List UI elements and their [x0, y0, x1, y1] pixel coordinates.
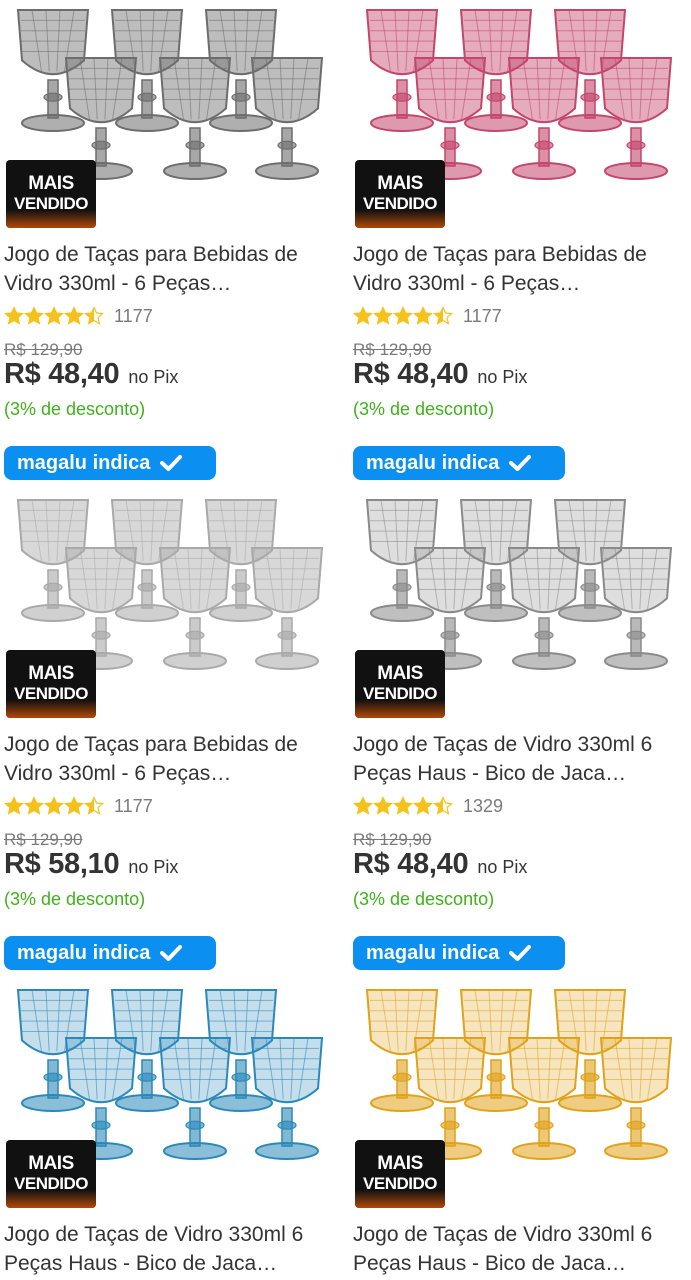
check-icon: [509, 945, 532, 961]
product-title[interactable]: Jogo de Taças para Bebidas de Vidro 330m…: [353, 240, 685, 298]
star-icon: [393, 796, 413, 815]
rating-count: 1329: [463, 795, 504, 816]
magalu-indica-badge: magalu indica: [4, 446, 216, 480]
star-icon: [44, 306, 64, 325]
product-rating: 1177: [4, 304, 153, 328]
rating-stars: [4, 796, 104, 816]
old-price: R$ 129,90: [4, 340, 83, 359]
product-grid: MAIS VENDIDO Jogo de Taças para Bebidas …: [0, 0, 691, 1280]
magalu-indica-badge: magalu indica: [353, 446, 565, 480]
price-row: R$ 48,40 no Pix: [353, 848, 527, 881]
best-seller-badge: MAIS VENDIDO: [355, 1140, 445, 1208]
star-icon: [353, 306, 373, 325]
star-icon: [4, 306, 24, 325]
rating-count: 1177: [463, 305, 502, 326]
product-title[interactable]: Jogo de Taças para Bebidas de Vidro 330m…: [4, 240, 336, 298]
magalu-indica-badge: magalu indica: [353, 936, 565, 970]
best-seller-badge: MAIS VENDIDO: [355, 650, 445, 718]
discount-label: (3% de desconto): [353, 889, 495, 909]
price-row: R$ 48,40 no Pix: [4, 358, 178, 391]
price: R$ 58,10: [4, 848, 120, 880]
star-icon: [433, 796, 453, 815]
product-title[interactable]: Jogo de Taças de Vidro 330ml 6 Peças Hau…: [353, 1220, 685, 1278]
old-price: R$ 129,90: [4, 830, 83, 849]
star-icon: [393, 306, 413, 325]
product-rating: 1177: [353, 304, 502, 328]
magalu-indica-badge: magalu indica: [4, 936, 216, 970]
star-icon: [44, 796, 64, 815]
product-title[interactable]: Jogo de Taças para Bebidas de Vidro 330m…: [4, 730, 336, 788]
star-icon: [84, 796, 104, 815]
best-seller-badge: MAIS VENDIDO: [6, 650, 96, 718]
product-rating: 1329: [353, 794, 503, 818]
rating-stars: [353, 306, 453, 326]
magalu-indica-label: magalu indica: [17, 941, 151, 964]
star-icon: [373, 796, 393, 815]
rating-count: 1177: [114, 305, 153, 326]
star-icon: [433, 306, 453, 325]
rating-stars: [353, 796, 453, 816]
star-icon: [4, 796, 24, 815]
price: R$ 48,40: [4, 358, 120, 390]
payment-method: no Pix: [477, 367, 528, 387]
best-seller-badge: MAIS VENDIDO: [6, 160, 96, 228]
discount-label: (3% de desconto): [4, 399, 146, 419]
price-row: R$ 58,10 no Pix: [4, 848, 178, 881]
star-icon: [24, 796, 44, 815]
star-icon: [413, 796, 433, 815]
price: R$ 48,40: [353, 358, 469, 390]
discount-label: (3% de desconto): [353, 399, 495, 419]
old-price: R$ 129,90: [353, 340, 432, 359]
best-seller-badge: MAIS VENDIDO: [355, 160, 445, 228]
star-icon: [84, 306, 104, 325]
check-icon: [509, 455, 532, 471]
rating-count: 1177: [114, 795, 153, 816]
price-row: R$ 48,40 no Pix: [353, 358, 527, 391]
star-icon: [24, 306, 44, 325]
price: R$ 48,40: [353, 848, 469, 880]
rating-stars: [4, 306, 104, 326]
payment-method: no Pix: [128, 857, 179, 877]
product-title[interactable]: Jogo de Taças de Vidro 330ml 6 Peças Hau…: [353, 730, 685, 788]
discount-label: (3% de desconto): [4, 889, 146, 909]
payment-method: no Pix: [477, 857, 528, 877]
star-icon: [64, 796, 84, 815]
check-icon: [160, 945, 183, 961]
product-title[interactable]: Jogo de Taças de Vidro 330ml 6 Peças Hau…: [4, 1220, 336, 1278]
star-icon: [413, 306, 433, 325]
product-rating: 1177: [4, 794, 153, 818]
star-icon: [64, 306, 84, 325]
check-icon: [160, 455, 183, 471]
old-price: R$ 129,90: [353, 830, 432, 849]
star-icon: [353, 796, 373, 815]
magalu-indica-label: magalu indica: [17, 451, 151, 474]
best-seller-badge: MAIS VENDIDO: [6, 1140, 96, 1208]
payment-method: no Pix: [128, 367, 179, 387]
magalu-indica-label: magalu indica: [366, 941, 500, 964]
star-icon: [373, 306, 393, 325]
magalu-indica-label: magalu indica: [366, 451, 500, 474]
